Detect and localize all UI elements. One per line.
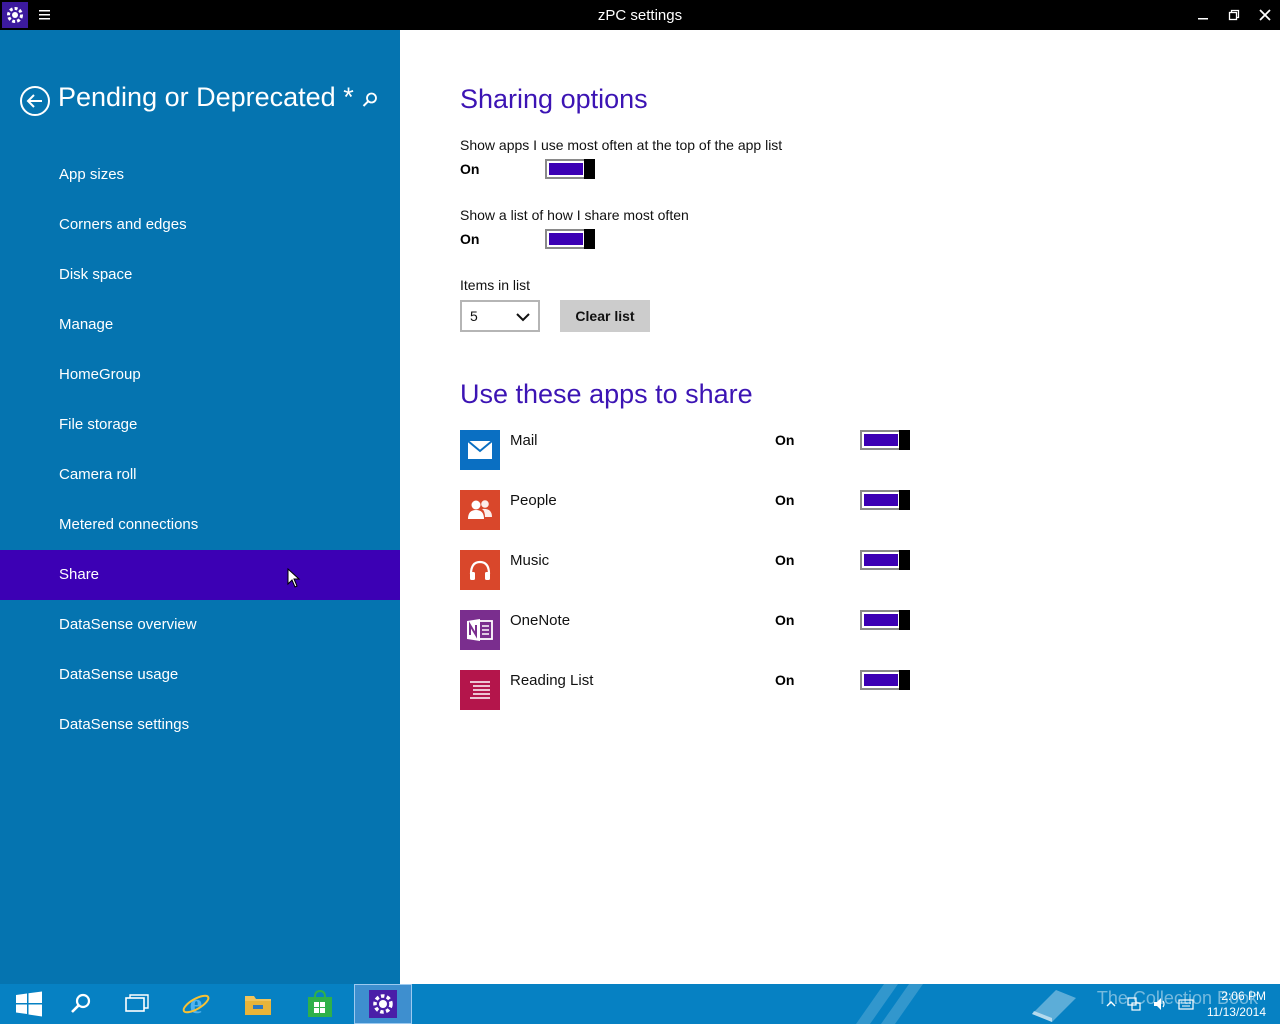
sidebar-item-corners-and-edges[interactable]: Corners and edges — [0, 200, 400, 250]
file-explorer-icon[interactable] — [229, 984, 287, 1024]
taskbar: e The Collection Book 2:06 PM 11/13/2014 — [0, 984, 1280, 1024]
sidebar-title: Pending or Deprecated * — [58, 82, 354, 112]
items-in-list-value: 5 — [470, 308, 478, 324]
sidebar-item-app-sizes[interactable]: App sizes — [0, 150, 400, 200]
items-in-list-label: Items in list — [460, 277, 531, 293]
sidebar-nav: App sizes Corners and edges Disk space M… — [0, 150, 400, 750]
list-item: Reading List On — [460, 670, 920, 710]
reading-list-share-toggle[interactable] — [860, 670, 910, 690]
system-tray — [1094, 996, 1194, 1012]
list-item: OneNote On — [460, 610, 920, 650]
people-share-toggle[interactable] — [860, 490, 910, 510]
frequent-apps-toggle[interactable] — [545, 159, 595, 179]
list-item: Music On — [460, 550, 920, 590]
taskbar-search-icon[interactable] — [52, 984, 110, 1024]
svg-text:e: e — [190, 989, 202, 1019]
option-share-list-label: Show a list of how I share most often — [460, 207, 689, 223]
list-item: Mail On — [460, 430, 920, 470]
start-button[interactable] — [0, 984, 58, 1024]
internet-explorer-icon[interactable]: e — [167, 984, 225, 1024]
app-state: On — [775, 552, 795, 568]
sidebar-item-metered-connections[interactable]: Metered connections — [0, 500, 400, 550]
list-item: People On — [460, 490, 920, 530]
sidebar-item-camera-roll[interactable]: Camera roll — [0, 450, 400, 500]
app-state: On — [775, 612, 795, 628]
music-share-toggle[interactable] — [860, 550, 910, 570]
onenote-share-toggle[interactable] — [860, 610, 910, 630]
app-name: OneNote — [510, 612, 571, 629]
sidebar-item-file-storage[interactable]: File storage — [0, 400, 400, 450]
main-content: Sharing options Show apps I use most oft… — [400, 30, 1280, 984]
app-name: Reading List — [510, 672, 594, 689]
headphones-icon — [460, 550, 500, 590]
sharing-options-heading: Sharing options — [460, 84, 648, 114]
volume-icon[interactable] — [1152, 996, 1168, 1012]
app-state: On — [775, 672, 795, 688]
settings-app-icon[interactable] — [354, 984, 412, 1024]
mouse-cursor-icon — [287, 567, 301, 588]
title-bar: zPC settings — [0, 0, 1280, 30]
app-name: People — [510, 492, 557, 509]
mail-icon — [460, 430, 500, 470]
clear-list-button[interactable]: Clear list — [560, 300, 650, 332]
close-button[interactable] — [1250, 0, 1280, 30]
watermark-book-icon — [1026, 984, 1082, 1024]
sidebar-item-datasense-usage[interactable]: DataSense usage — [0, 650, 400, 700]
restore-button[interactable] — [1219, 0, 1249, 30]
sidebar-item-datasense-overview[interactable]: DataSense overview — [0, 600, 400, 650]
items-in-list-select[interactable]: 5 — [460, 300, 540, 332]
sidebar: Pending or Deprecated * App sizes Corner… — [0, 30, 400, 984]
keyboard-icon[interactable] — [1178, 996, 1194, 1012]
app-name: Mail — [510, 432, 538, 449]
option-frequent-apps-label: Show apps I use most often at the top of… — [460, 137, 783, 153]
share-list-toggle[interactable] — [545, 229, 595, 249]
people-icon — [460, 490, 500, 530]
onenote-icon — [460, 610, 500, 650]
clock[interactable]: 2:06 PM 11/13/2014 — [1207, 988, 1266, 1020]
clock-date: 11/13/2014 — [1206, 1005, 1266, 1019]
share-apps-heading: Use these apps to share — [460, 379, 753, 409]
mail-share-toggle[interactable] — [860, 430, 910, 450]
store-icon[interactable] — [291, 984, 349, 1024]
option-share-list-state: On — [460, 231, 480, 247]
sidebar-item-disk-space[interactable]: Disk space — [0, 250, 400, 300]
clock-time: 2:06 PM — [1221, 989, 1266, 1003]
sidebar-item-share[interactable]: Share — [0, 550, 400, 600]
app-name: Music — [510, 552, 550, 569]
app-state: On — [775, 432, 795, 448]
chevron-down-icon — [516, 310, 530, 322]
app-state: On — [775, 492, 795, 508]
back-arrow-icon[interactable] — [19, 85, 51, 117]
sidebar-item-datasense-settings[interactable]: DataSense settings — [0, 700, 400, 750]
sidebar-item-manage[interactable]: Manage — [0, 300, 400, 350]
chevron-up-icon[interactable] — [1106, 996, 1116, 1012]
network-icon[interactable] — [1126, 996, 1142, 1012]
reading-list-icon — [460, 670, 500, 710]
minimize-button[interactable] — [1188, 0, 1218, 30]
option-frequent-apps-state: On — [460, 161, 480, 177]
window-title: zPC settings — [597, 7, 683, 24]
search-icon[interactable] — [360, 90, 380, 110]
task-view-icon[interactable] — [108, 984, 166, 1024]
sidebar-item-homegroup[interactable]: HomeGroup — [0, 350, 400, 400]
